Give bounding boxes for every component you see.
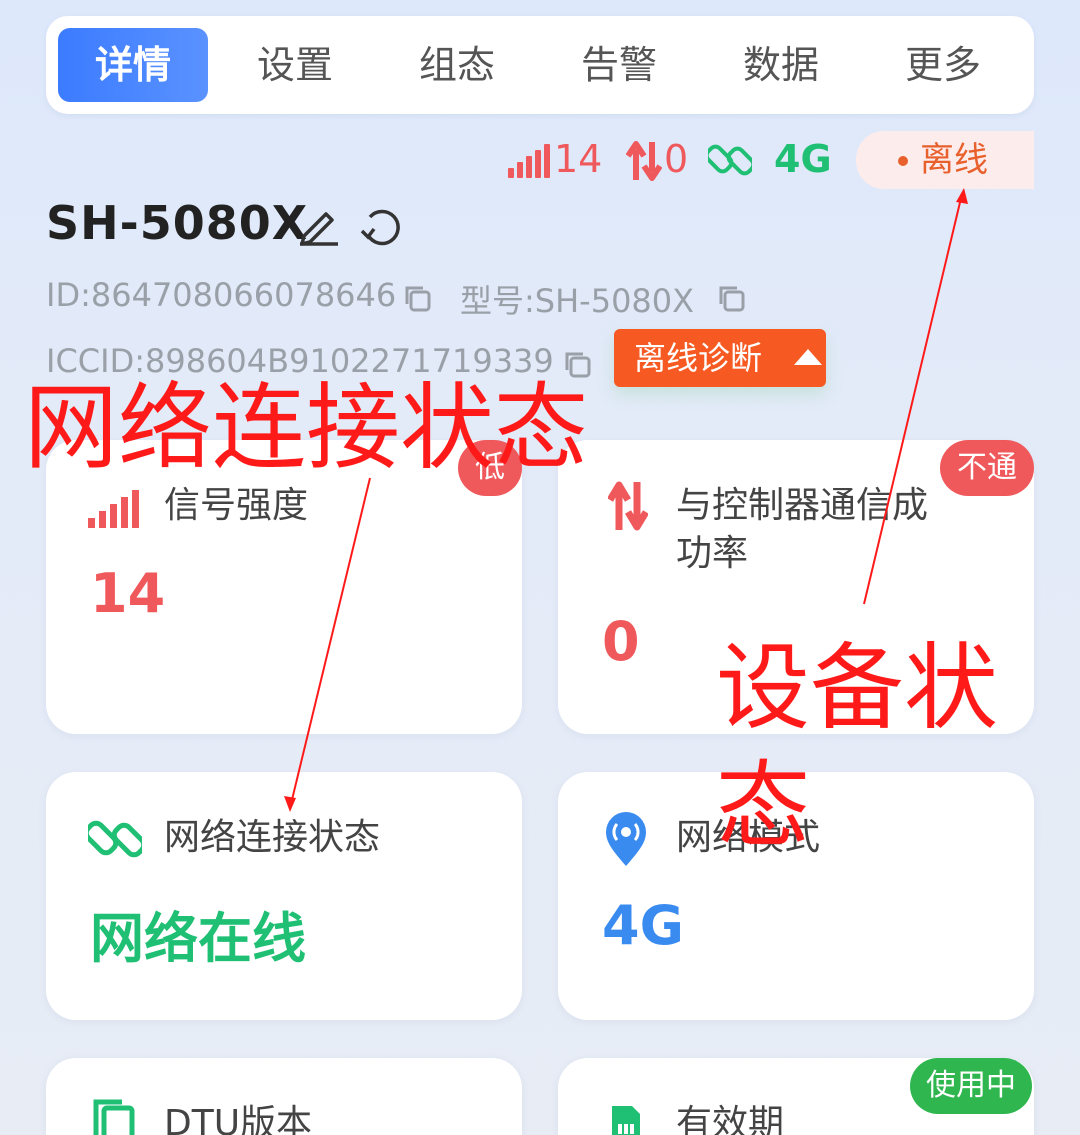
device-name: SH-5080X — [46, 196, 309, 250]
tab-bar: 详情 设置 组态 告警 数据 更多 — [46, 16, 1034, 114]
signal-bars-icon — [88, 490, 140, 528]
caret-up-icon — [794, 349, 822, 365]
offline-diagnose-button[interactable]: 离线诊断 — [614, 329, 826, 387]
device-status-badge: 离线 — [856, 131, 1034, 189]
link-icon — [88, 820, 142, 858]
arrow-head-device — [956, 188, 968, 204]
copy-icon[interactable] — [402, 283, 432, 313]
annotation-device-status-line2: 态 — [716, 752, 811, 861]
status-dot — [898, 156, 908, 166]
card-title-line1: 与控制器通信成 — [676, 485, 929, 526]
diagnose-label: 离线诊断 — [634, 339, 763, 377]
tab-alarms[interactable]: 告警 — [544, 28, 694, 102]
location-signal-icon — [606, 812, 646, 866]
annotation-network-status: 网络连接状态 — [24, 374, 589, 483]
tab-configuration[interactable]: 组态 — [382, 28, 532, 102]
device-model: 型号:SH-5080X — [460, 282, 695, 320]
network-status-value: 网络在线 — [90, 907, 306, 970]
signal-strength-value: 14 — [90, 562, 166, 625]
edit-icon[interactable] — [298, 206, 340, 246]
tab-settings[interactable]: 设置 — [220, 28, 370, 102]
card-signal-strength[interactable]: 信号强度 14 低 — [46, 440, 522, 734]
updown-arrows-icon — [626, 141, 662, 181]
comm-rate-value: 0 — [602, 610, 640, 673]
card-title-line2: 功率 — [676, 533, 749, 574]
link-icon — [708, 144, 752, 176]
annotation-device-status-line1: 设备状 — [716, 634, 999, 743]
validity-status-badge: 使用中 — [910, 1058, 1032, 1114]
signal-icon — [508, 144, 552, 178]
device-id: ID:864708066078646 — [46, 276, 397, 314]
tab-more[interactable]: 更多 — [868, 28, 1018, 102]
card-dtu-version[interactable]: DTU版本 — [46, 1058, 522, 1135]
card-title: 有效期 — [676, 1103, 785, 1135]
signal-value: 14 — [554, 137, 603, 181]
copy-icon[interactable] — [716, 283, 746, 313]
card-title: 信号强度 — [164, 485, 309, 526]
updown-arrows-icon — [608, 481, 648, 531]
card-validity[interactable]: 有效期 使用中 — [558, 1058, 1034, 1135]
network-type: 4G — [774, 137, 832, 181]
traffic-value: 0 — [664, 137, 689, 181]
card-title: 网络连接状态 — [164, 817, 381, 858]
copy-doc-icon — [93, 1099, 135, 1135]
card-network-status[interactable]: 网络连接状态 网络在线 — [46, 772, 522, 1020]
refresh-icon[interactable] — [360, 205, 406, 249]
tab-data[interactable]: 数据 — [706, 28, 856, 102]
sim-card-icon — [612, 1106, 640, 1135]
network-mode-value: 4G — [602, 894, 684, 957]
card-title: DTU版本 — [164, 1103, 313, 1135]
comm-status-badge: 不通 — [940, 440, 1034, 496]
status-label: 离线 — [920, 140, 988, 180]
tab-details[interactable]: 详情 — [58, 28, 208, 102]
